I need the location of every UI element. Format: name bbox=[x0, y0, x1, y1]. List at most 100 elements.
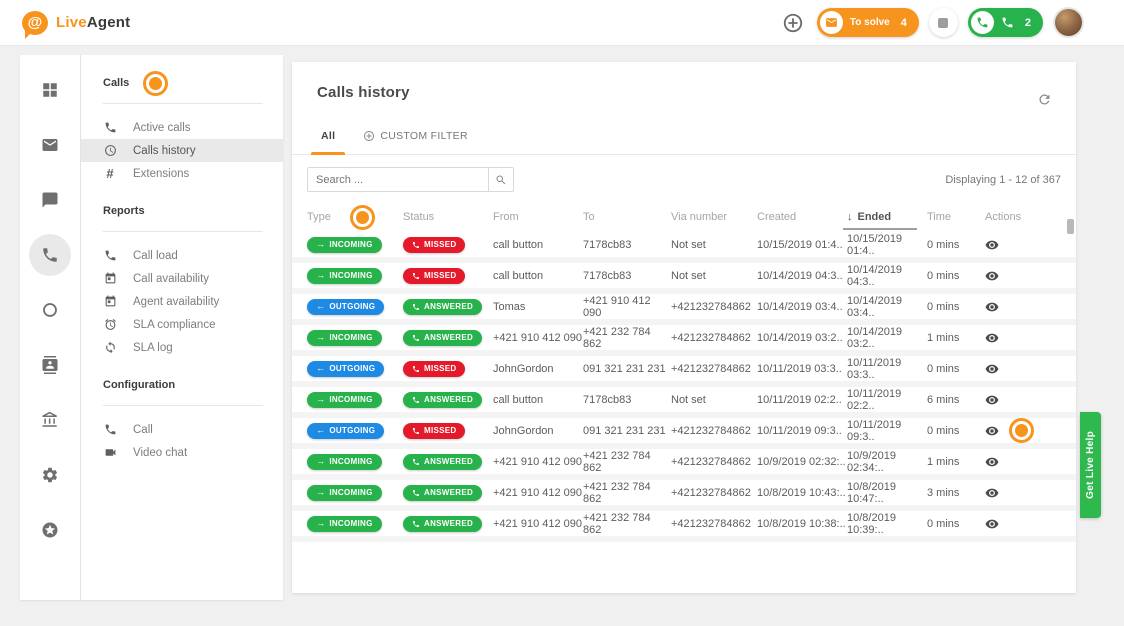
cell-time: 6 mins bbox=[927, 394, 985, 406]
filter-bar: Displaying 1 - 12 of 367 bbox=[292, 155, 1076, 202]
get-live-help-label: Get Live Help bbox=[1085, 431, 1096, 499]
view-details-eye-icon[interactable] bbox=[985, 455, 999, 469]
status-badge: ANSWERED bbox=[403, 299, 482, 315]
view-details-eye-icon[interactable] bbox=[985, 331, 999, 345]
cell-ended: 10/14/2019 03:4.. bbox=[847, 295, 927, 319]
liveagent-logo[interactable]: @ LiveAgent bbox=[22, 11, 130, 35]
table-row[interactable]: ←OUTGOINGMISSEDJohnGordon091 321 231 231… bbox=[292, 418, 1076, 449]
to-solve-button[interactable]: To solve 4 bbox=[817, 8, 919, 37]
status-badge: ANSWERED bbox=[403, 392, 482, 408]
col-from[interactable]: From bbox=[493, 211, 583, 223]
view-details-eye-icon[interactable] bbox=[985, 486, 999, 500]
table-body: →INCOMINGMISSEDcall button7178cb83Not se… bbox=[292, 232, 1076, 542]
col-ended-sorted[interactable]: ↓ Ended bbox=[847, 211, 927, 223]
sidebar-item-video-chat[interactable]: Video chat bbox=[81, 441, 283, 464]
rail-circle-icon[interactable] bbox=[29, 289, 71, 331]
nav-section-title-calls: Calls bbox=[81, 71, 283, 95]
table-row[interactable]: →INCOMINGANSWERED+421 910 412 090+421 23… bbox=[292, 325, 1076, 356]
view-details-eye-icon[interactable] bbox=[985, 300, 999, 314]
sidebar-item-active-calls[interactable]: Active calls bbox=[81, 116, 283, 139]
search-input[interactable] bbox=[307, 167, 489, 192]
rail-dashboard-icon[interactable] bbox=[29, 69, 71, 111]
type-badge: →INCOMING bbox=[307, 330, 382, 346]
cell-time: 0 mins bbox=[927, 239, 985, 251]
cell-actions bbox=[985, 455, 1061, 469]
rail-star-icon[interactable] bbox=[29, 509, 71, 551]
rail-phone-icon[interactable] bbox=[29, 234, 71, 276]
table-row[interactable]: ←OUTGOINGANSWEREDTomas+421 910 412 090+4… bbox=[292, 294, 1076, 325]
cell-actions bbox=[985, 517, 1061, 531]
status-badge: ANSWERED bbox=[403, 330, 482, 346]
user-avatar[interactable] bbox=[1053, 7, 1084, 38]
cell-time: 1 mins bbox=[927, 332, 985, 344]
sidebar-item-call-availability[interactable]: Call availability bbox=[81, 267, 283, 290]
cell-ended: 10/11/2019 09:3.. bbox=[847, 419, 927, 443]
cell-created: 10/14/2019 03:2.. bbox=[757, 332, 847, 344]
table-row[interactable]: →INCOMINGANSWERED+421 910 412 090+421 23… bbox=[292, 449, 1076, 480]
col-time[interactable]: Time bbox=[927, 211, 985, 223]
page-title: Calls history bbox=[292, 62, 1076, 101]
status-pause-button[interactable] bbox=[929, 8, 958, 37]
phone-icon bbox=[412, 241, 420, 249]
rail-mail-icon[interactable] bbox=[29, 124, 71, 166]
phone-icon bbox=[412, 365, 420, 373]
view-details-eye-icon[interactable] bbox=[985, 362, 999, 376]
search-button[interactable] bbox=[489, 167, 514, 192]
rail-gear-icon[interactable] bbox=[29, 454, 71, 496]
displaying-range: Displaying 1 - 12 of 367 bbox=[945, 174, 1061, 186]
table-row[interactable]: →INCOMINGANSWERED+421 910 412 090+421 23… bbox=[292, 511, 1076, 542]
view-details-eye-icon[interactable] bbox=[985, 238, 999, 252]
brand-live: Live bbox=[56, 14, 87, 31]
sidebar-item-sla-log[interactable]: SLA log bbox=[81, 336, 283, 359]
col-via-number[interactable]: Via number bbox=[671, 211, 757, 223]
status-badge: ANSWERED bbox=[403, 485, 482, 501]
sidebar-item-agent-availability[interactable]: Agent availability bbox=[81, 290, 283, 313]
tab-all[interactable]: All bbox=[307, 130, 349, 154]
view-details-eye-icon[interactable] bbox=[985, 393, 999, 407]
cell-via: +421232784862 bbox=[671, 518, 757, 530]
view-details-eye-icon[interactable] bbox=[985, 269, 999, 283]
table-row[interactable]: →INCOMINGANSWEREDcall button7178cb83Not … bbox=[292, 387, 1076, 418]
sidebar-item-call[interactable]: Call bbox=[81, 418, 283, 441]
direction-arrow-icon: → bbox=[316, 457, 325, 466]
table-row[interactable]: →INCOMINGMISSEDcall button7178cb83Not se… bbox=[292, 263, 1076, 294]
view-details-eye-icon[interactable] bbox=[985, 424, 999, 438]
cell-status: ANSWERED bbox=[403, 485, 493, 501]
get-live-help-tab[interactable]: Get Live Help bbox=[1080, 412, 1101, 518]
cell-ended: 10/11/2019 03:3.. bbox=[847, 357, 927, 381]
sidebar-item-label: Call load bbox=[133, 250, 178, 262]
cell-ended: 10/11/2019 02:2.. bbox=[847, 388, 927, 412]
cell-to: +421 232 784 862 bbox=[583, 481, 671, 505]
icon-rail bbox=[20, 55, 80, 600]
col-created[interactable]: Created bbox=[757, 211, 847, 223]
view-details-eye-icon[interactable] bbox=[985, 517, 999, 531]
phone-circle-icon bbox=[971, 11, 994, 34]
cell-created: 10/11/2019 03:3.. bbox=[757, 363, 847, 375]
table-row[interactable]: →INCOMINGMISSEDcall button7178cb83Not se… bbox=[292, 232, 1076, 263]
sidebar-item-extensions[interactable]: #Extensions bbox=[81, 162, 283, 185]
active-calls-button[interactable]: 2 bbox=[968, 8, 1043, 37]
table-row[interactable]: ←OUTGOINGMISSEDJohnGordon091 321 231 231… bbox=[292, 356, 1076, 387]
status-badge: ANSWERED bbox=[403, 454, 482, 470]
tab-custom-filter-label: CUSTOM FILTER bbox=[380, 130, 468, 142]
rail-chat-icon[interactable] bbox=[29, 179, 71, 221]
col-status[interactable]: Status bbox=[403, 211, 493, 223]
rail-bank-icon[interactable] bbox=[29, 399, 71, 441]
cell-via: +421232784862 bbox=[671, 487, 757, 499]
liveagent-logo-text: LiveAgent bbox=[56, 14, 130, 31]
col-to[interactable]: To bbox=[583, 211, 671, 223]
sidebar-item-calls-history[interactable]: Calls history bbox=[81, 139, 283, 162]
direction-arrow-icon: → bbox=[316, 519, 325, 528]
sidebar-item-call-load[interactable]: Call load bbox=[81, 244, 283, 267]
direction-arrow-icon: → bbox=[316, 395, 325, 404]
tab-custom-filter[interactable]: CUSTOM FILTER bbox=[349, 130, 482, 154]
rail-contacts-icon[interactable] bbox=[29, 344, 71, 386]
search-box bbox=[307, 167, 514, 192]
add-circle-icon[interactable] bbox=[779, 9, 807, 37]
col-type[interactable]: Type bbox=[307, 205, 403, 230]
scrollbar-thumb[interactable] bbox=[1067, 219, 1074, 234]
table-row[interactable]: →INCOMINGANSWERED+421 910 412 090+421 23… bbox=[292, 480, 1076, 511]
sidebar-item-sla-compliance[interactable]: SLA compliance bbox=[81, 313, 283, 336]
refresh-icon[interactable] bbox=[1037, 92, 1052, 107]
phone-icon bbox=[412, 520, 420, 528]
